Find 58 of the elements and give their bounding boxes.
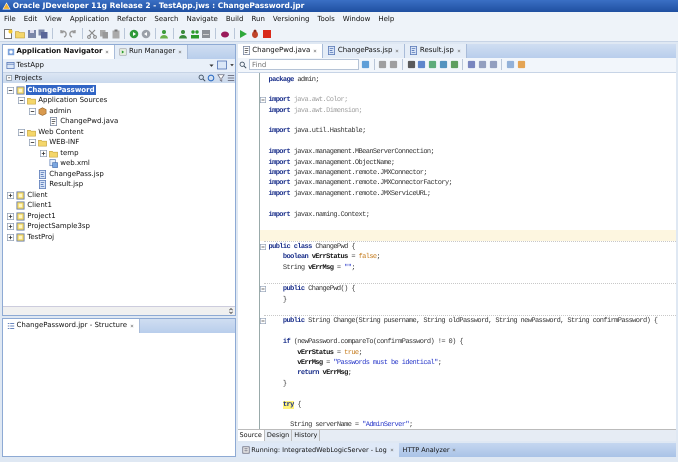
paste-icon[interactable] <box>110 28 120 38</box>
collapse-toggle-icon[interactable] <box>18 128 25 136</box>
close-icon[interactable] <box>451 447 458 453</box>
application-icon <box>6 60 15 70</box>
search-icon[interactable] <box>198 74 206 82</box>
back-circle-icon[interactable] <box>140 28 151 38</box>
search-icon[interactable] <box>239 60 248 69</box>
close-icon[interactable] <box>128 322 135 328</box>
package-icon <box>38 106 46 116</box>
people-icon[interactable] <box>159 28 170 38</box>
redo-icon[interactable] <box>68 28 78 38</box>
java-file-icon <box>48 117 58 126</box>
filter-icon[interactable] <box>217 74 225 82</box>
run-manager-icon <box>119 48 128 56</box>
expand-toggle-icon[interactable] <box>6 234 14 240</box>
close-icon[interactable] <box>394 48 400 54</box>
dropdown-caret-icon[interactable] <box>208 62 216 69</box>
server-icon[interactable] <box>201 28 212 38</box>
collapse-toggle-icon[interactable] <box>28 139 36 146</box>
xml-file-icon <box>48 159 58 168</box>
group-icon[interactable] <box>190 28 200 38</box>
close-icon[interactable] <box>388 447 394 453</box>
save-all-icon[interactable] <box>38 28 48 38</box>
fold-icon[interactable] <box>260 244 266 250</box>
jsp-file-icon <box>38 180 46 189</box>
close-icon[interactable] <box>104 48 110 55</box>
java-file-icon <box>242 46 250 56</box>
cut-icon[interactable] <box>87 28 97 38</box>
list-options-icon[interactable] <box>226 74 235 82</box>
scroll-arrows-icon[interactable] <box>226 306 235 315</box>
expand-toggle-icon[interactable] <box>6 192 14 198</box>
expand-toggle-icon[interactable] <box>6 212 14 220</box>
save-icon[interactable] <box>26 28 36 38</box>
expand-toggle-icon[interactable] <box>6 223 14 230</box>
dropdown-caret-icon[interactable] <box>228 62 235 68</box>
fold-icon[interactable] <box>260 97 266 104</box>
forward-circle-icon[interactable] <box>129 28 139 38</box>
log-icon <box>242 446 250 454</box>
close-icon[interactable] <box>456 48 462 54</box>
collapse-icon[interactable] <box>6 74 13 82</box>
close-icon[interactable] <box>312 48 318 54</box>
structure-icon <box>6 322 15 330</box>
jsp-file-icon <box>327 46 336 56</box>
fold-icon[interactable] <box>260 286 266 292</box>
project-icon <box>16 86 24 94</box>
stop-icon[interactable] <box>262 28 272 38</box>
debug-icon[interactable] <box>250 28 260 38</box>
new-file-icon[interactable] <box>3 28 13 38</box>
jsp-file-icon <box>38 170 46 178</box>
sync-icon[interactable] <box>207 74 216 82</box>
collapse-toggle-icon[interactable] <box>18 97 25 104</box>
jsp-file-icon <box>409 46 418 56</box>
collapse-toggle-icon[interactable] <box>28 108 36 114</box>
copy-icon[interactable] <box>98 28 109 38</box>
fold-icon[interactable] <box>260 318 266 324</box>
close-icon[interactable] <box>177 48 184 55</box>
expand-toggle-icon[interactable] <box>40 150 47 156</box>
collapse-toggle-icon[interactable] <box>6 86 14 94</box>
